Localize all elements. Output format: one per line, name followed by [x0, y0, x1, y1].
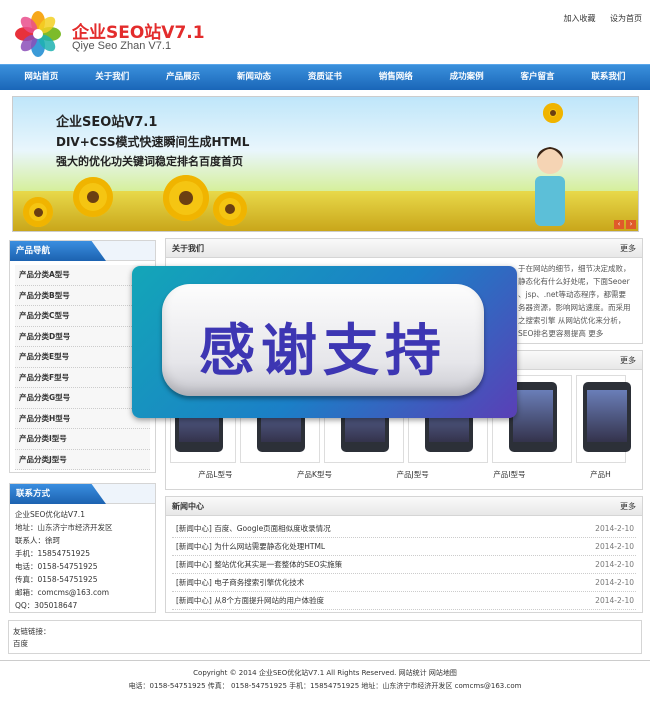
banner-controls: ‹ › [614, 220, 636, 229]
nav-cases[interactable]: 成功案例 [433, 65, 501, 90]
contact-panel: 联系方式 企业SEO优化站V7.1 地址：山东济宁市经济开发区 联系人：徐珂 手… [9, 483, 156, 613]
footer-contact: 电话：0158-54751925 传真： 0158-54751925 手机：15… [128, 682, 522, 690]
category-item[interactable]: 产品分类G型号 [15, 388, 150, 409]
product-name[interactable]: 产品J型号 [397, 469, 429, 480]
category-item[interactable]: 产品分类D型号 [15, 326, 150, 347]
contact-line: 企业SEO优化站V7.1 [15, 510, 85, 519]
category-item[interactable]: 产品分类F型号 [15, 367, 150, 388]
next-arrow-icon[interactable]: › [626, 220, 636, 229]
friend-links: 友链链接： 百度 [8, 620, 642, 654]
product-name[interactable]: 产品H [590, 469, 611, 480]
banner-line3: 强大的优化功关键词稳定排名百度首页 [56, 155, 243, 168]
category-item[interactable]: 产品分类H型号 [15, 408, 150, 429]
news-date: 2014-2-10 [595, 596, 634, 605]
news-item[interactable]: [新闻中心] 从8个方面提升网站的用户体验度 2014-2-10 [172, 592, 636, 610]
sunflower-image [163, 175, 209, 221]
contact-line: 邮箱：comcms@163.com [15, 588, 110, 597]
thanks-text: 感谢支持 [199, 319, 447, 384]
top-links: 加入收藏 设为首页 [551, 13, 642, 24]
news-date: 2014-2-10 [595, 578, 634, 587]
contact-line: 地址：山东济宁市经济开发区 [15, 523, 113, 532]
category-item[interactable]: 产品分类J型号 [15, 449, 150, 470]
sunflower-image [73, 177, 113, 217]
about-more-link[interactable]: 更多 [620, 243, 636, 254]
contact-line: 联系人：徐珂 [15, 536, 60, 545]
contact-line: QQ：305018647 [15, 601, 78, 610]
product-card[interactable] [576, 375, 631, 463]
product-name[interactable]: 产品L型号 [198, 469, 232, 480]
news-list: [新闻中心] 百度、Google页面相似度收录情况 2014-2-10 [新闻中心… [166, 516, 642, 614]
nav-news[interactable]: 新闻动态 [220, 65, 288, 90]
news-date: 2014-2-10 [595, 560, 634, 569]
contact-line: 传真：0158-54751925 [15, 575, 98, 584]
nav-home[interactable]: 网站首页 [7, 65, 75, 90]
header: 企业SEO站V7.1 Qiye Seo Zhan V7.1 加入收藏 设为首页 [0, 0, 650, 64]
footer: Copyright © 2014 企业SEO优化站V7.1 All Rights… [0, 660, 650, 717]
prev-arrow-icon[interactable]: ‹ [614, 220, 624, 229]
category-item[interactable]: 产品分类A型号 [15, 265, 150, 286]
product-name[interactable]: 产品K型号 [297, 469, 332, 480]
nav-contact[interactable]: 联系我们 [574, 65, 642, 90]
nav-messages[interactable]: 客户留言 [504, 65, 572, 90]
set-homepage-link[interactable]: 设为首页 [610, 14, 642, 23]
news-item[interactable]: [新闻中心] 整站优化其实是一套整体的SEO实施策 2014-2-10 [172, 556, 636, 574]
sunflower-image [543, 103, 563, 123]
contact-line: 电话：0158-54751925 [15, 562, 98, 571]
news-date: 2014-2-10 [595, 542, 634, 551]
sunflower-image [213, 192, 247, 226]
news-date: 2014-2-10 [595, 524, 634, 533]
nav-about[interactable]: 关于我们 [78, 65, 146, 90]
thanks-button: 感谢支持 [162, 284, 484, 396]
category-item[interactable]: 产品分类C型号 [15, 306, 150, 327]
main-nav: 网站首页 关于我们 产品展示 新闻动态 资质证书 销售网络 成功案例 客户留言 … [0, 64, 650, 90]
friend-links-label: 友链链接： [13, 627, 51, 636]
products-more-link[interactable]: 更多 [620, 355, 636, 366]
sunflower-image [23, 197, 53, 227]
product-name[interactable]: 产品I型号 [493, 469, 525, 480]
contact-line: 手机：15854751925 [15, 549, 90, 558]
news-more-link[interactable]: 更多 [620, 501, 636, 512]
about-text-more-link[interactable]: 更多 [588, 329, 603, 338]
news-item[interactable]: [新闻中心] 为什么网站需要静态化处理HTML 2014-2-10 [172, 538, 636, 556]
nav-sales[interactable]: 销售网络 [362, 65, 430, 90]
banner-line2: DIV+CSS模式快速瞬间生成HTML [56, 135, 250, 149]
category-title: 产品导航 [10, 241, 106, 261]
news-item[interactable]: [新闻中心] 百度、Google页面相似度收录情况 2014-2-10 [172, 520, 636, 538]
friend-link[interactable]: 百度 [13, 638, 637, 650]
banner[interactable]: 企业SEO站V7.1 DIV+CSS模式快速瞬间生成HTML 强大的优化功关键词… [12, 96, 639, 232]
thanks-overlay: 感谢支持 [132, 266, 517, 418]
logo-icon [15, 11, 61, 57]
footer-copyright: Copyright © 2014 企业SEO优化站V7.1 All Rights… [193, 669, 457, 677]
site-subtitle: Qiye Seo Zhan V7.1 [72, 40, 172, 52]
product-names: 产品L型号 产品K型号 产品J型号 产品I型号 产品H [166, 469, 643, 480]
contact-title: 联系方式 [10, 484, 106, 504]
nav-products[interactable]: 产品展示 [149, 65, 217, 90]
nav-certificates[interactable]: 资质证书 [291, 65, 359, 90]
category-item[interactable]: 产品分类E型号 [15, 347, 150, 368]
about-title: 关于我们 [172, 244, 204, 253]
add-favorite-link[interactable]: 加入收藏 [563, 14, 595, 23]
news-item[interactable]: [新闻中心] 电子商务搜索引擎优化技术 2014-2-10 [172, 574, 636, 592]
banner-title: 企业SEO站V7.1 [56, 115, 158, 130]
category-item[interactable]: 产品分类B型号 [15, 285, 150, 306]
child-image [535, 147, 565, 226]
news-panel: 新闻中心 更多 [新闻中心] 百度、Google页面相似度收录情况 2014-2-1… [165, 496, 643, 613]
category-item[interactable]: 产品分类I型号 [15, 429, 150, 450]
news-title: 新闻中心 [172, 502, 204, 511]
